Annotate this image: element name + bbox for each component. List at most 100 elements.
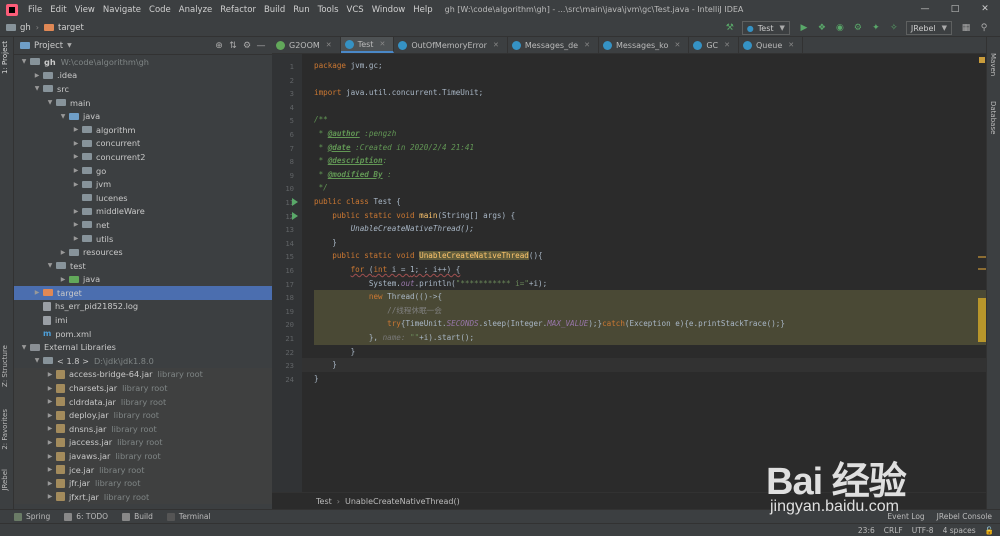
close-tab-icon[interactable]: ✕ xyxy=(493,41,499,49)
chevron-right-icon[interactable]: ▶ xyxy=(46,425,54,432)
tree-item[interactable]: ▼ External Libraries xyxy=(14,340,272,354)
chevron-down-icon[interactable]: ▼ xyxy=(33,85,41,92)
line-number[interactable]: 11 xyxy=(272,198,294,207)
tool-tab-favorites[interactable]: 2: Favorites xyxy=(1,409,9,450)
settings-gear-icon[interactable]: ⚙ xyxy=(240,41,254,51)
code-line-17[interactable]: System.out.println("*********** i="+i); xyxy=(314,277,547,291)
close-tab-icon[interactable]: ✕ xyxy=(379,40,385,48)
menu-item-refactor[interactable]: Refactor xyxy=(216,5,260,15)
tab-messages_ko[interactable]: Messages_ko ✕ xyxy=(599,37,690,53)
highlight-marker[interactable] xyxy=(978,298,986,342)
line-number[interactable]: 24 xyxy=(272,375,294,384)
inspection-status-icon[interactable] xyxy=(979,57,985,63)
close-tab-icon[interactable]: ✕ xyxy=(674,41,680,49)
maximize-icon[interactable]: □ xyxy=(940,0,970,19)
run-config-select[interactable]: ● Test ▼ xyxy=(741,21,790,35)
chevron-down-icon[interactable]: ▼ xyxy=(20,344,28,351)
tree-item[interactable]: ▼ src xyxy=(14,82,272,96)
tree-item[interactable]: ▶ javaws.jar library root xyxy=(14,449,272,463)
code-line-6[interactable]: * @author :pengzh xyxy=(314,127,397,141)
tree-item[interactable]: ▼ < 1.8 > D:\jdk\jdk1.8.0 xyxy=(14,354,272,368)
line-number[interactable]: 1 xyxy=(272,62,294,71)
code-line-20[interactable]: try{TimeUnit.SECONDS.sleep(Integer.MAX_V… xyxy=(314,317,785,331)
chevron-right-icon[interactable]: ▶ xyxy=(72,221,80,228)
tree-item[interactable]: ▶ jfr.jar library root xyxy=(14,476,272,490)
chevron-right-icon[interactable]: ▶ xyxy=(33,289,41,296)
caret-position[interactable]: 23:6 xyxy=(858,526,875,535)
code-line-8[interactable]: * @description: xyxy=(314,154,388,168)
project-panel-title[interactable]: Project xyxy=(34,41,63,51)
hide-panel-icon[interactable]: — xyxy=(254,41,268,51)
locate-icon[interactable]: ⊕ xyxy=(212,41,226,51)
tab-test[interactable]: Test ✕ xyxy=(340,37,395,53)
tree-item[interactable]: ▶ net xyxy=(14,218,272,232)
tab-queue[interactable]: Queue ✕ xyxy=(739,37,804,53)
tool-window-event-log[interactable]: Event Log xyxy=(887,512,924,521)
line-number[interactable]: 21 xyxy=(272,334,294,343)
menu-item-help[interactable]: Help xyxy=(409,5,436,15)
tree-item[interactable]: lucenes xyxy=(14,191,272,205)
tree-item[interactable]: ▶ access-bridge-64.jar library root xyxy=(14,367,272,382)
code-line-18[interactable]: new Thread(()->{ xyxy=(314,290,442,304)
code-line-24[interactable]: } xyxy=(314,372,319,386)
breadcrumb-class[interactable]: Test xyxy=(316,497,332,506)
chevron-right-icon[interactable]: ▶ xyxy=(46,398,54,405)
code-line-21[interactable]: }, name: ""+i).start(); xyxy=(314,331,474,345)
indent-setting[interactable]: 4 spaces xyxy=(943,526,976,535)
code-line-9[interactable]: * @modified By : xyxy=(314,168,392,182)
code-line-5[interactable]: /** xyxy=(314,113,328,127)
code-line-3[interactable]: import java.util.concurrent.TimeUnit; xyxy=(314,86,483,100)
close-tab-icon[interactable]: ✕ xyxy=(326,41,332,49)
code-line-23[interactable]: } xyxy=(314,358,337,372)
tree-item[interactable]: ▼ test xyxy=(14,259,272,273)
chevron-down-icon[interactable]: ▼ xyxy=(46,99,54,106)
tool-window-build[interactable]: Build xyxy=(122,512,153,521)
line-number[interactable]: 16 xyxy=(272,266,294,275)
tree-item[interactable]: m pom.xml xyxy=(14,327,272,341)
menu-item-vcs[interactable]: VCS xyxy=(343,5,368,15)
chevron-right-icon[interactable]: ▶ xyxy=(72,140,80,147)
tree-item[interactable]: ▶ resources xyxy=(14,245,272,259)
close-tab-icon[interactable]: ✕ xyxy=(584,41,590,49)
line-number[interactable]: 15 xyxy=(272,252,294,261)
run-icon[interactable]: ▶ xyxy=(796,20,812,36)
warning-marker[interactable] xyxy=(978,256,986,258)
jrebel-debug-icon[interactable]: ✧ xyxy=(886,20,902,36)
tree-item[interactable]: imi xyxy=(14,313,272,327)
tool-tab-structure[interactable]: Z: Structure xyxy=(1,345,9,387)
debug-icon[interactable]: ❖ xyxy=(814,20,830,36)
menu-item-analyze[interactable]: Analyze xyxy=(175,5,217,15)
chevron-right-icon[interactable]: ▶ xyxy=(59,276,67,283)
chevron-right-icon[interactable]: ▶ xyxy=(46,385,54,392)
chevron-right-icon[interactable]: ▶ xyxy=(46,371,54,378)
breadcrumb-method[interactable]: UnableCreateNativeThread() xyxy=(345,497,460,506)
tree-item[interactable]: ▶ cldrdata.jar library root xyxy=(14,394,272,409)
tree-item[interactable]: ▶ .idea xyxy=(14,69,272,83)
nav-crumb-project[interactable]: gh xyxy=(6,23,31,33)
code-line-13[interactable]: UnableCreateNativeThread(); xyxy=(314,222,474,236)
line-number[interactable]: 20 xyxy=(272,320,294,329)
tree-item[interactable]: ▶ jvm xyxy=(14,177,272,191)
chevron-right-icon[interactable]: ▶ xyxy=(46,439,54,446)
minimize-icon[interactable]: — xyxy=(910,0,940,19)
chevron-right-icon[interactable]: ▶ xyxy=(33,72,41,79)
tree-item[interactable]: ▶ concurrent xyxy=(14,137,272,151)
code-line-15[interactable]: public static void UnableCreateNativeThr… xyxy=(314,249,543,263)
line-number[interactable]: 17 xyxy=(272,280,294,289)
close-icon[interactable]: ✕ xyxy=(970,0,1000,19)
chevron-down-icon[interactable]: ▼ xyxy=(46,262,54,269)
line-separator[interactable]: CRLF xyxy=(884,526,903,535)
tree-item[interactable]: ▼ main xyxy=(14,96,272,110)
menu-item-run[interactable]: Run xyxy=(289,5,313,15)
close-tab-icon[interactable]: ✕ xyxy=(724,41,730,49)
collapse-all-icon[interactable]: ⇅ xyxy=(226,41,240,51)
tool-tab-maven[interactable]: Maven xyxy=(989,53,997,76)
tool-window-terminal[interactable]: Terminal xyxy=(166,512,211,521)
chevron-down-icon[interactable]: ▼ xyxy=(67,42,72,49)
tree-item[interactable]: ▶ jce.jar library root xyxy=(14,462,272,477)
chevron-right-icon[interactable]: ▶ xyxy=(46,480,54,487)
code-line-1[interactable]: package jvm.gc; xyxy=(314,59,383,73)
tool-tab-database[interactable]: Database xyxy=(989,101,997,134)
line-number[interactable]: 2 xyxy=(272,76,294,85)
project-structure-icon[interactable]: ▦ xyxy=(958,20,974,36)
